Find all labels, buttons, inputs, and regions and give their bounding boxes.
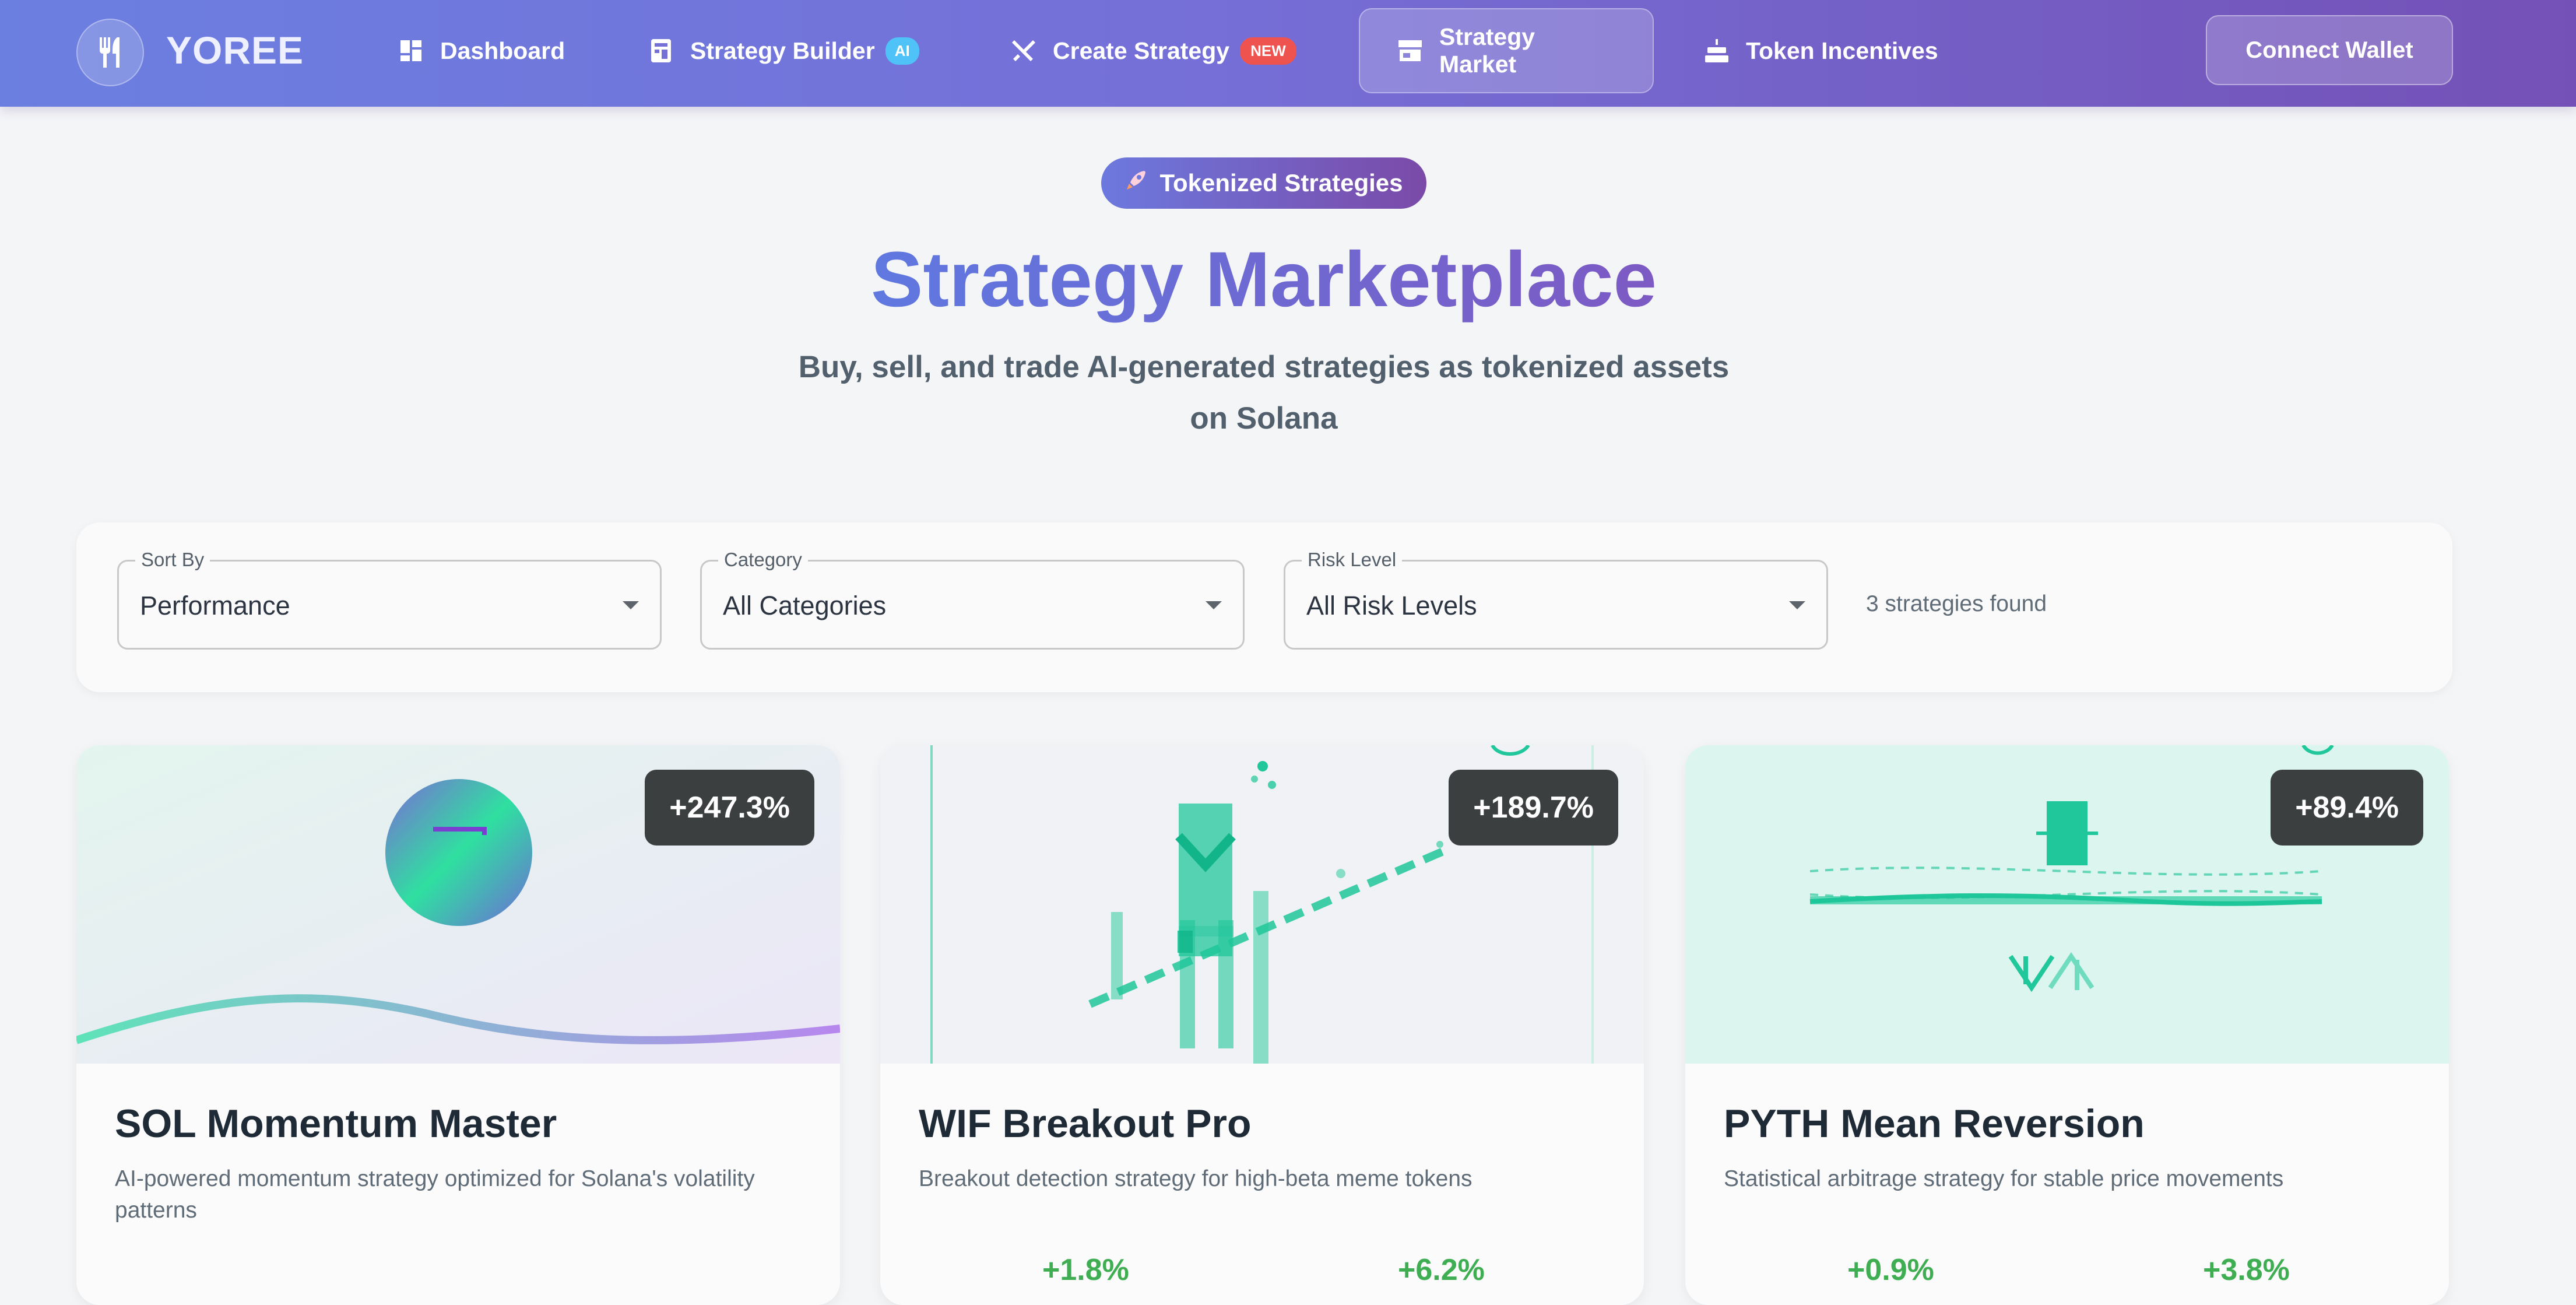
nav-token-incentives-label: Token Incentives: [1746, 37, 1938, 64]
nav-create-strategy[interactable]: Create Strategy NEW: [1011, 8, 1296, 93]
subtitle-line-2: on Solana: [1190, 401, 1338, 436]
nav-strategy-builder-label: Strategy Builder: [690, 37, 875, 64]
performance-badge: +189.7%: [1449, 770, 1618, 846]
stat-value: +6.2%: [1398, 1253, 1485, 1287]
rocket-icon: [1124, 169, 1148, 198]
risk-level-select[interactable]: Risk Level All Risk Levels: [1284, 549, 1828, 650]
page-title: Strategy Marketplace: [870, 236, 1657, 323]
subtitle-line-1: Buy, sell, and trade AI-generated strate…: [798, 350, 1730, 384]
stat-value: +1.8%: [1042, 1253, 1129, 1287]
sort-by-select[interactable]: Sort By Performance: [117, 549, 662, 650]
fork-knife-icon: [100, 37, 120, 68]
logo-icon[interactable]: [76, 19, 144, 86]
strategy-card-wif-breakout[interactable]: +189.7% WIF Breakout Pro Breakout detect…: [880, 745, 1644, 1305]
stat-value: +0.9%: [1847, 1253, 1934, 1287]
stat-value: +3.8%: [2203, 1253, 2290, 1287]
pill-label: Tokenized Strategies: [1159, 169, 1403, 197]
nav-dashboard-label: Dashboard: [440, 37, 565, 64]
card-description: Breakout detection strategy for high-bet…: [919, 1166, 1472, 1191]
card-title: WIF Breakout Pro: [919, 1101, 1252, 1146]
ai-badge: AI: [885, 37, 919, 65]
cake-icon: [1704, 38, 1730, 64]
nav-dashboard[interactable]: Dashboard: [398, 8, 565, 93]
top-nav: YOREE Dashboard Strategy Builder AI Crea…: [0, 0, 2576, 107]
category-select[interactable]: Category All Categories: [700, 549, 1245, 650]
risk-level-value: All Risk Levels: [1306, 591, 1477, 620]
connect-wallet-button[interactable]: Connect Wallet: [2206, 15, 2453, 85]
dashboard-icon: [398, 38, 424, 64]
performance-badge: +247.3%: [645, 770, 814, 846]
nav-token-incentives[interactable]: Token Incentives: [1704, 8, 1938, 93]
strategy-card-pyth-mean-reversion[interactable]: +89.4% PYTH Mean Reversion Statistical a…: [1685, 745, 2449, 1305]
nav-strategy-market-label: Strategy Market: [1439, 23, 1535, 78]
nav-strategy-market[interactable]: Strategy Market: [1359, 8, 1654, 93]
nav-create-strategy-label: Create Strategy: [1053, 37, 1230, 64]
card-title: SOL Momentum Master: [115, 1101, 557, 1146]
card-description: AI-powered momentum strategy optimized f…: [115, 1166, 755, 1223]
page-subtitle: Buy, sell, and trade AI-generated strate…: [739, 342, 1788, 444]
sort-by-label: Sort By: [135, 549, 210, 571]
brand-name[interactable]: YOREE: [166, 28, 304, 72]
chevron-down-icon: [1206, 601, 1222, 609]
card-description: Statistical arbitrage strategy for stabl…: [1724, 1166, 2284, 1191]
results-count: 3 strategies found: [1866, 591, 2047, 616]
category-value: All Categories: [723, 591, 887, 620]
card-title: PYTH Mean Reversion: [1724, 1101, 2145, 1146]
store-icon: [1397, 38, 1423, 64]
builder-icon: [648, 38, 674, 64]
risk-level-label: Risk Level: [1302, 549, 1403, 571]
category-label: Category: [718, 549, 808, 571]
new-badge: NEW: [1240, 37, 1296, 65]
performance-badge: +89.4%: [2271, 770, 2423, 846]
filter-bar: Sort By Performance Category All Categor…: [76, 522, 2452, 692]
chevron-down-icon: [1789, 601, 1805, 609]
tokenized-strategies-pill: Tokenized Strategies: [1101, 157, 1426, 209]
sort-by-value: Performance: [140, 591, 290, 620]
chevron-down-icon: [623, 601, 639, 609]
nav-strategy-builder[interactable]: Strategy Builder AI: [648, 8, 919, 93]
strategy-card-sol-momentum[interactable]: +247.3% SOL Momentum Master AI-powered m…: [76, 745, 840, 1305]
utensils-icon: [1011, 38, 1036, 64]
